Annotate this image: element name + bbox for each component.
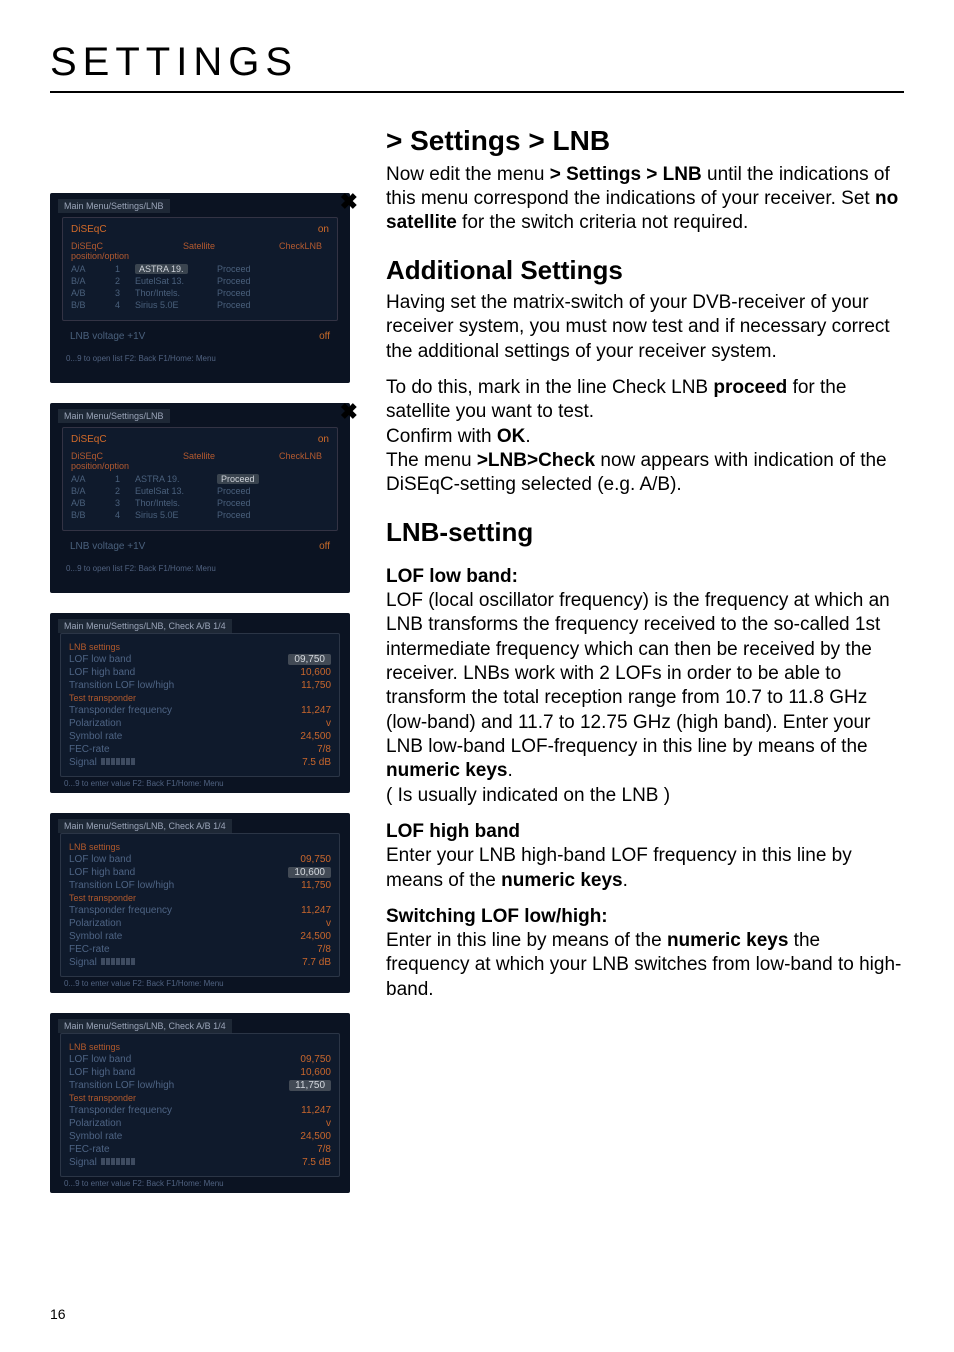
page-title: SETTINGS	[50, 40, 904, 85]
screenshot-diseqc-2: ✖ Main Menu/Settings/LNB DiSEqC on DiSEq…	[50, 403, 350, 593]
screenshot-lnb-3: Main Menu/Settings/LNB, Check A/B 1/4 LN…	[50, 1013, 350, 1193]
screenshot-diseqc-1: ✖ Main Menu/Settings/LNB DiSEqC on DiSEq…	[50, 193, 350, 383]
title-rule	[50, 91, 904, 93]
breadcrumb-heading: > Settings > LNB	[386, 123, 904, 159]
ribbon: Main Menu/Settings/LNB, Check A/B 1/4	[58, 1019, 232, 1033]
footer-left: LNB voltage +1V	[70, 331, 145, 342]
diseqc-table: DiSEqC position/option Satellite CheckLN…	[71, 451, 329, 520]
footer-right: off	[319, 331, 330, 342]
diseqc-head-left: DiSEqC	[71, 224, 107, 235]
content-column: > Settings > LNB Now edit the menu > Set…	[386, 123, 904, 1193]
additional-settings-heading: Additional Settings	[386, 254, 904, 287]
screenshots-column: ✖ Main Menu/Settings/LNB DiSEqC on DiSEq…	[50, 123, 350, 1193]
ribbon: Main Menu/Settings/LNB, Check A/B 1/4	[58, 819, 232, 833]
proceed-paragraph: To do this, mark in the line Check LNB p…	[386, 376, 904, 498]
switch-lof-block: Switching LOF low/high: Enter in this li…	[386, 905, 904, 1002]
diseqc-table: DiSEqC position/option Satellite CheckLN…	[71, 241, 329, 310]
lof-low-block: LOF low band: LOF (local oscillator freq…	[386, 565, 904, 808]
close-icon: ✖	[340, 399, 358, 425]
diseqc-head-right: on	[318, 224, 329, 235]
ribbon: Main Menu/Settings/LNB, Check A/B 1/4	[58, 619, 232, 633]
close-icon: ✖	[340, 189, 358, 215]
bottom-strip: 0...9 to open list F2: Back F1/Home: Men…	[62, 352, 338, 365]
screenshot-lnb-2: Main Menu/Settings/LNB, Check A/B 1/4 LN…	[50, 813, 350, 993]
lof-high-block: LOF high band Enter your LNB high-band L…	[386, 820, 904, 893]
ribbon: Main Menu/Settings/LNB	[58, 409, 170, 423]
page-number: 16	[50, 1306, 66, 1322]
lnb-setting-heading: LNB-setting	[386, 516, 904, 549]
screenshot-lnb-1: Main Menu/Settings/LNB, Check A/B 1/4 LN…	[50, 613, 350, 793]
intro-paragraph: Now edit the menu > Settings > LNB until…	[386, 163, 904, 236]
additional-settings-paragraph: Having set the matrix-switch of your DVB…	[386, 291, 904, 364]
ribbon: Main Menu/Settings/LNB	[58, 199, 170, 213]
